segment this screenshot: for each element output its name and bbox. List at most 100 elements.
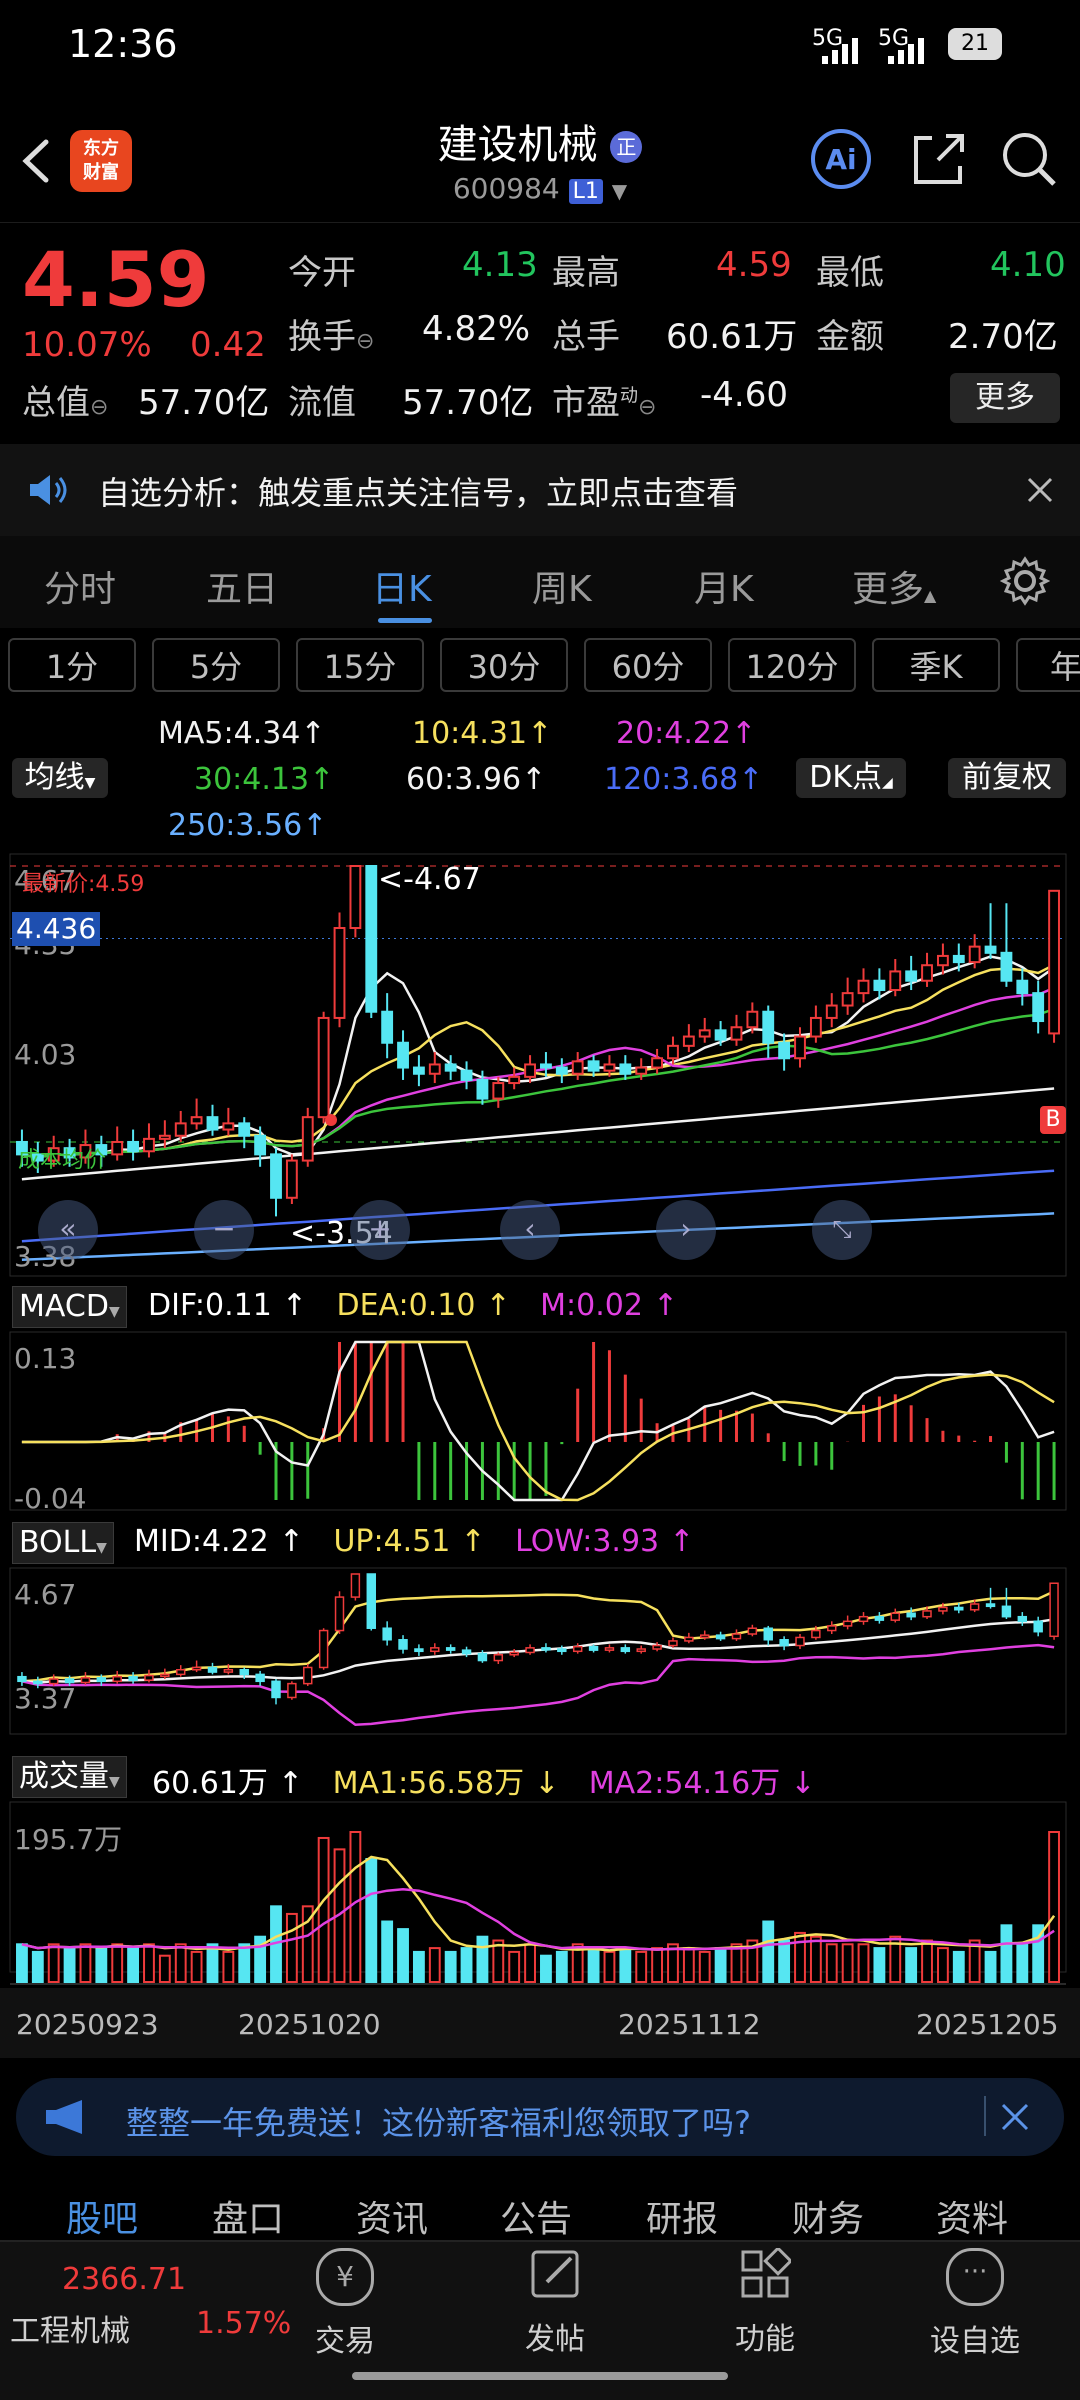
candle-body — [381, 1010, 394, 1044]
ai-icon[interactable]: Ai — [810, 128, 872, 190]
prev-icon[interactable]: ‹ — [500, 1200, 560, 1260]
next-icon[interactable]: › — [656, 1200, 716, 1260]
volume-bar — [587, 1947, 600, 1983]
volume-bar — [984, 1950, 997, 1984]
tab-research[interactable]: 研报 — [646, 2190, 718, 2242]
home-indicator[interactable] — [352, 2372, 728, 2380]
boll-candle-body — [827, 1625, 837, 1632]
period-15min[interactable]: 15分 — [296, 638, 424, 692]
period-60min[interactable]: 60分 — [584, 638, 712, 692]
candle-body — [301, 1116, 314, 1162]
volume-bar — [873, 1947, 886, 1983]
search-icon[interactable] — [998, 128, 1060, 190]
gear-icon[interactable] — [1000, 556, 1050, 606]
period-quarter-k[interactable]: 季K — [872, 638, 1000, 692]
volume-selector[interactable]: 成交量▼ — [12, 1756, 127, 1798]
tab-indicator — [378, 618, 432, 623]
ma-selector[interactable]: 均线▼ — [12, 758, 108, 798]
tab-finance[interactable]: 财务 — [792, 2190, 864, 2242]
boll-candle-body — [922, 1610, 932, 1618]
boll-up: UP:4.51 ↑ — [333, 1524, 486, 1559]
zoom-out-icon[interactable]: − — [194, 1200, 254, 1260]
more-button[interactable]: 更多 — [950, 373, 1060, 423]
volume-bar — [238, 1943, 251, 1983]
tab-news[interactable]: 资讯 — [356, 2190, 428, 2242]
tab-orderbook[interactable]: 盘口 — [212, 2190, 284, 2242]
period-year-k[interactable]: 年 — [1016, 638, 1080, 692]
candle-body — [794, 1035, 806, 1060]
period-1min[interactable]: 1分 — [8, 638, 136, 692]
candle-body — [143, 1137, 155, 1153]
promo-banner[interactable]: 整整一年免费送！这份新客福利您领取了吗? — [16, 2078, 1064, 2156]
boll-candle-body — [668, 1640, 678, 1647]
volume-bar — [397, 1928, 409, 1984]
tab-announcements[interactable]: 公告 — [500, 2190, 572, 2242]
adjust-selector[interactable]: 前复权 — [948, 758, 1066, 798]
tab-weekly-k[interactable]: 周K — [532, 560, 592, 612]
macd-selector[interactable]: MACD▼ — [12, 1286, 127, 1328]
close-icon[interactable] — [1000, 2102, 1030, 2132]
boll-candle-body — [477, 1652, 488, 1662]
period-30min[interactable]: 30分 — [440, 638, 568, 692]
trade-button[interactable]: ¥ 交易 — [300, 2248, 390, 2360]
candle-body — [714, 1029, 727, 1041]
boll-selector[interactable]: BOLL▼ — [12, 1522, 114, 1564]
boll-candle-body — [382, 1627, 392, 1641]
caret-down-icon: ▼ — [84, 775, 96, 791]
tab-profile[interactable]: 资料 — [936, 2190, 1008, 2242]
tab-forum[interactable]: 股吧 — [66, 2190, 138, 2242]
volume-value: 60.61万 ↑ — [152, 1766, 304, 1801]
rewind-icon[interactable]: « — [38, 1200, 98, 1260]
boll-candle-body — [795, 1636, 805, 1647]
tab-intraday[interactable]: 分时 — [44, 560, 116, 612]
date-label-1: 20250923 — [16, 2008, 159, 2041]
boll-candle-body — [1049, 1582, 1059, 1638]
tab-monthly-k[interactable]: 月K — [694, 560, 754, 612]
volume-bar — [555, 1950, 568, 1984]
candle-body — [667, 1044, 679, 1060]
post-button[interactable]: 发帖 — [510, 2248, 600, 2358]
dk-point-button[interactable]: DK点◢ — [796, 758, 906, 798]
close-icon[interactable] — [1026, 476, 1054, 504]
candle-body — [762, 1010, 775, 1044]
signal-bars-icon — [822, 34, 858, 64]
chevron-down-icon: ▼ — [611, 179, 628, 203]
boll-candle-body — [572, 1645, 583, 1653]
period-5min[interactable]: 5分 — [152, 638, 280, 692]
boll-candle-body — [303, 1666, 313, 1685]
chart-area[interactable]: 4.67 4.35 4.03 3.38 最新价:4.59 4.436 <-4.6… — [0, 852, 1080, 2062]
edit-icon — [531, 2250, 579, 2298]
turnover-label[interactable]: 换手⊖ — [288, 309, 374, 358]
latest-price-line-label: 最新价:4.59 — [22, 872, 145, 897]
volume-bar — [921, 1939, 933, 1983]
notice-bar[interactable]: 自选分析：触发重点关注信号，立即点击查看 — [0, 444, 1080, 536]
tab-daily-k[interactable]: 日K — [372, 560, 432, 612]
zoom-in-icon[interactable]: + — [350, 1200, 410, 1260]
sector-name[interactable]: 工程机械 — [10, 2306, 130, 2350]
candle-body — [492, 1082, 505, 1100]
add-watchlist-button[interactable]: ··· 设自选 — [920, 2248, 1030, 2360]
candle-body — [746, 1010, 759, 1029]
candle-body — [349, 865, 362, 930]
volume-bar — [95, 1947, 108, 1983]
tab-five-day[interactable]: 五日 — [206, 560, 278, 612]
pe-label[interactable]: 市盈动⊖ — [552, 375, 656, 424]
status-bar: 12:36 5G 5G 21 — [0, 0, 1080, 92]
candle-body — [984, 945, 997, 954]
fullscreen-icon[interactable]: ⤡ — [812, 1200, 872, 1260]
volume-bar — [174, 1943, 187, 1983]
volume-bar — [16, 1943, 28, 1983]
boll-candle-body — [557, 1648, 567, 1653]
candle-body — [1032, 992, 1045, 1023]
low-value: 4.10 — [990, 245, 1066, 285]
tab-more[interactable]: 更多▲ — [852, 560, 936, 612]
function-button[interactable]: 功能 — [720, 2246, 810, 2358]
quote-panel: 4.59 10.07% 0.42 今开 4.13 最高 4.59 最低 4.10… — [0, 222, 1080, 443]
market-cap-label[interactable]: 总值⊖ — [22, 375, 108, 424]
turnover-value: 4.82% — [422, 309, 531, 349]
boll-candle-body — [842, 1620, 853, 1627]
amount-value: 2.70亿 — [948, 317, 1058, 357]
period-120min[interactable]: 120分 — [728, 638, 856, 692]
share-icon[interactable] — [908, 128, 970, 190]
boll-candle-body — [334, 1596, 345, 1632]
